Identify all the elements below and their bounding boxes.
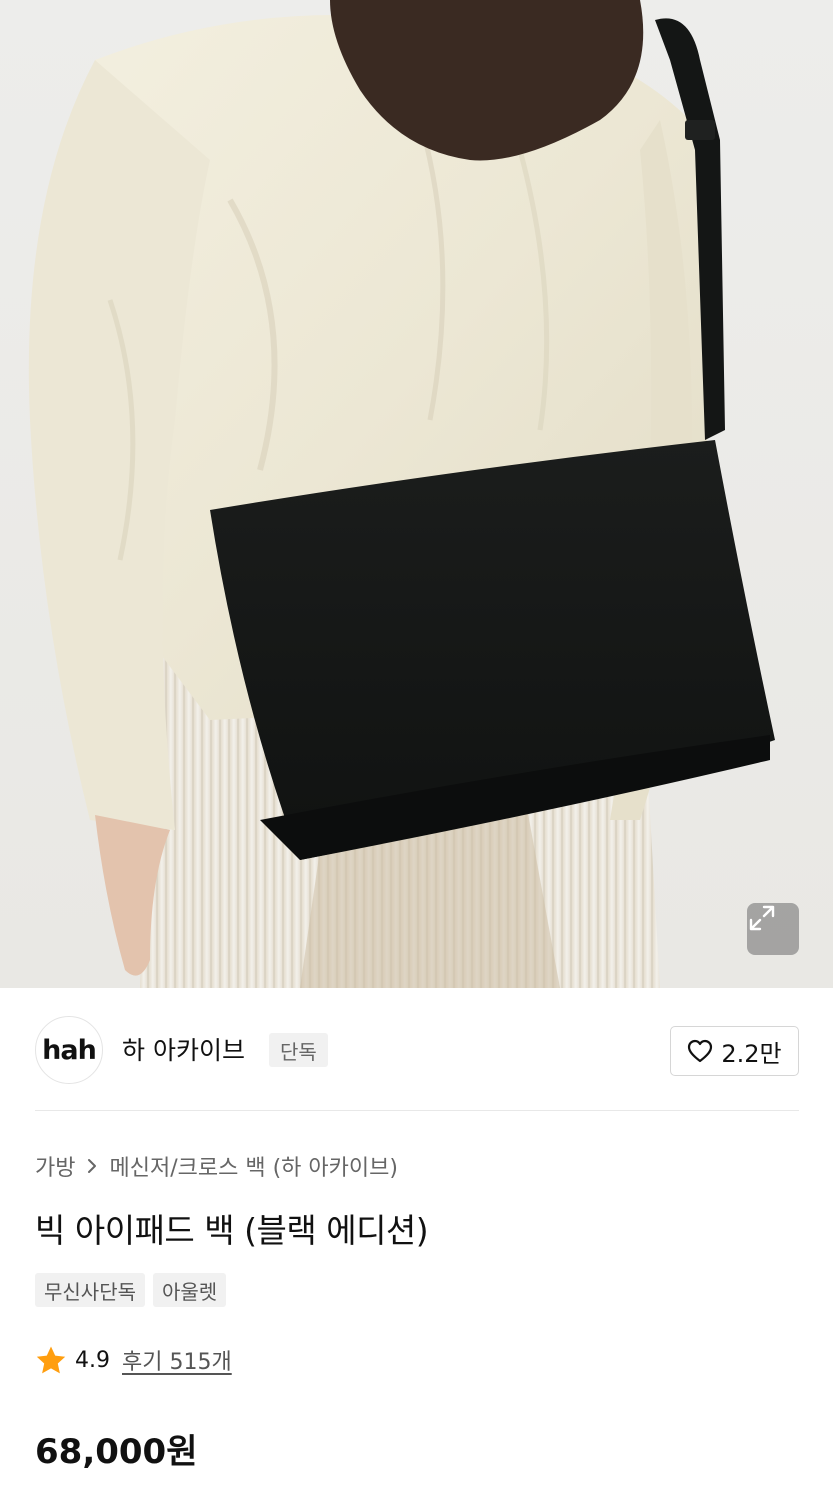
chevron-right-icon — [88, 1159, 97, 1173]
product-tags: 무신사단독 아울렛 — [35, 1273, 227, 1307]
breadcrumb-subcategory[interactable]: 메신저/크로스 백 (하 아카이브) — [109, 1150, 397, 1182]
expand-image-button[interactable] — [747, 903, 799, 955]
tag-outlet: 아울렛 — [153, 1273, 227, 1307]
brand-name[interactable]: 하 아카이브 — [122, 1031, 245, 1067]
product-image[interactable] — [0, 0, 833, 988]
brand-exclusive-badge: 단독 — [269, 1033, 328, 1067]
like-button[interactable]: 2.2만 — [670, 1026, 799, 1076]
breadcrumb: 가방 메신저/크로스 백 (하 아카이브) — [35, 1150, 398, 1182]
like-count: 2.2만 — [721, 1039, 782, 1068]
divider — [35, 1110, 799, 1111]
heart-icon — [688, 1039, 713, 1063]
tag-musinsa-exclusive: 무신사단독 — [35, 1273, 145, 1307]
brand-logo[interactable]: hah — [35, 1016, 103, 1084]
brand-row: hah 하 아카이브 단독 2.2만 — [35, 1016, 799, 1086]
rating-value: 4.9 — [75, 1347, 110, 1373]
product-photo — [28, 0, 775, 988]
product-price: 68,000원 — [35, 1432, 198, 1472]
breadcrumb-category[interactable]: 가방 — [35, 1150, 75, 1182]
reviews-link[interactable]: 후기 515개 — [122, 1344, 232, 1376]
product-title: 빅 아이패드 백 (블랙 에디션) — [35, 1211, 429, 1250]
star-icon — [36, 1346, 66, 1373]
expand-icon — [749, 905, 775, 931]
rating-row: 4.9 후기 515개 — [35, 1344, 232, 1376]
